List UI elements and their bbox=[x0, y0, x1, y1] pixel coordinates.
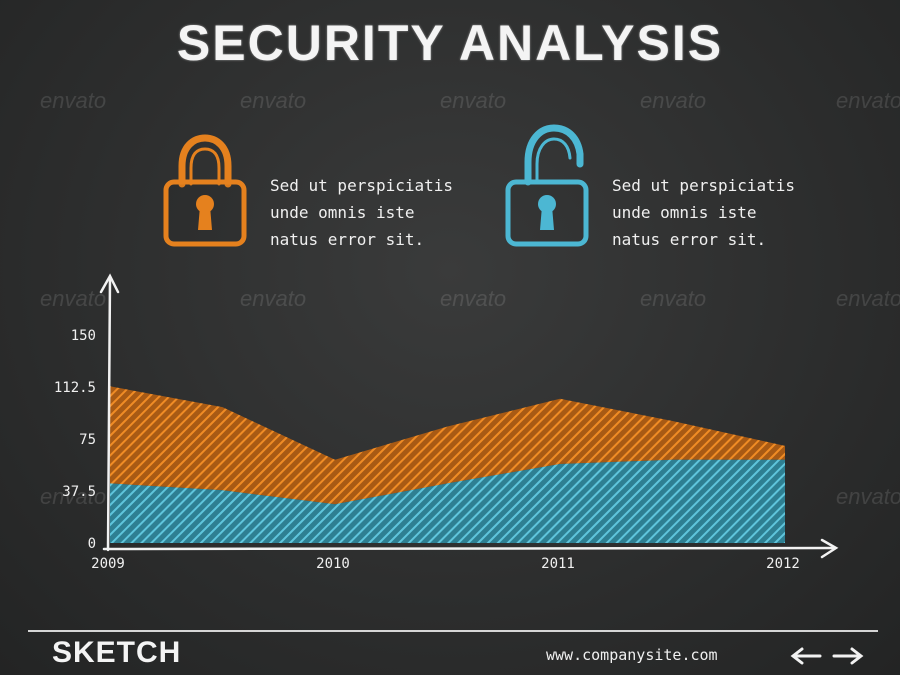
y-tick-label: 112.5 bbox=[54, 380, 96, 396]
y-axis bbox=[106, 276, 112, 552]
x-axis bbox=[102, 546, 837, 551]
brand-label: SKETCH bbox=[52, 636, 182, 669]
arrow-left-icon[interactable] bbox=[790, 646, 824, 666]
area-chart: 0 37.5 75 112.5 150 2009 2010 2011 2012 bbox=[54, 273, 839, 572]
arrow-right-icon[interactable] bbox=[830, 646, 864, 666]
y-tick-label: 37.5 bbox=[62, 484, 96, 500]
y-tick-label: 75 bbox=[79, 432, 96, 448]
x-tick-label: 2012 bbox=[766, 556, 800, 572]
x-tick-label: 2009 bbox=[91, 556, 125, 572]
website-link[interactable]: www.companysite.com bbox=[546, 646, 718, 664]
x-tick-label: 2010 bbox=[316, 556, 350, 572]
x-tick-label: 2011 bbox=[541, 556, 575, 572]
y-tick-label: 0 bbox=[88, 536, 96, 552]
footer-divider bbox=[28, 630, 878, 632]
y-tick-label: 150 bbox=[71, 328, 96, 344]
